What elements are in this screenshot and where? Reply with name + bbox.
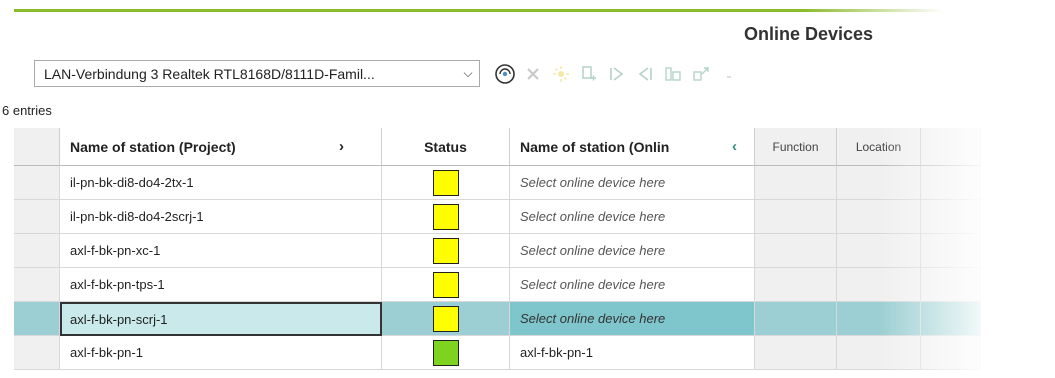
row-header[interactable] [14, 200, 60, 234]
export-icon[interactable] [690, 63, 712, 85]
name-online-cell[interactable]: axl-f-bk-pn-1 [510, 336, 755, 370]
status-indicator [432, 305, 459, 332]
name-online-cell[interactable]: Select online device here [510, 200, 755, 234]
toolbar [494, 60, 746, 87]
entries-count: 6 entries [2, 103, 52, 118]
extra-cell [921, 200, 981, 234]
row-header[interactable] [14, 268, 60, 302]
col-extra [921, 128, 981, 166]
status-indicator [432, 169, 459, 196]
status-cell [382, 302, 510, 336]
delete-icon[interactable] [522, 63, 544, 85]
assign-icon[interactable] [578, 63, 600, 85]
chevron-right-icon[interactable]: › [339, 138, 344, 155]
col-function[interactable]: Function [755, 128, 837, 166]
col-name-project-label: Name of station (Project) [70, 138, 236, 155]
status-cell [382, 200, 510, 234]
extra-cell [921, 302, 981, 336]
dropdown-arrow-icon[interactable] [718, 63, 740, 85]
extra-cell [921, 336, 981, 370]
name-project-cell[interactable]: il-pn-bk-di8-do4-2scrj-1 [60, 200, 382, 234]
name-project-cell[interactable]: axl-f-bk-pn-scrj-1 [60, 302, 382, 336]
row-header[interactable] [14, 166, 60, 200]
name-project-cell[interactable]: axl-f-bk-pn-tps-1 [60, 268, 382, 302]
extra-cell [921, 268, 981, 302]
row-header[interactable] [14, 234, 60, 268]
status-indicator [432, 271, 459, 298]
col-name-project[interactable]: Name of station (Project) [60, 128, 382, 166]
function-cell[interactable] [755, 268, 837, 302]
col-function-label: Function [772, 139, 819, 154]
status-indicator [432, 203, 459, 230]
back-icon[interactable] [634, 63, 656, 85]
network-adapter-value: LAN-Verbindung 3 Realtek RTL8168D/8111D-… [44, 65, 375, 82]
name-online-cell[interactable]: Select online device here [510, 268, 755, 302]
col-name-online-label: Name of station (Onlin [520, 138, 670, 155]
location-cell[interactable] [837, 166, 921, 200]
function-cell[interactable] [755, 200, 837, 234]
row-header[interactable] [14, 336, 60, 370]
status-cell [382, 234, 510, 268]
status-cell [382, 268, 510, 302]
columns-icon[interactable] [662, 63, 684, 85]
extra-cell [921, 234, 981, 268]
name-project-cell[interactable]: axl-f-bk-pn-xc-1 [60, 234, 382, 268]
function-cell[interactable] [755, 234, 837, 268]
top-accent-line [14, 9, 944, 12]
status-indicator [432, 237, 459, 264]
chevron-down-icon[interactable]: ⌵ [457, 66, 479, 81]
forward-icon[interactable] [606, 63, 628, 85]
row-header-corner [14, 128, 60, 166]
status-cell [382, 336, 510, 370]
status-cell [382, 166, 510, 200]
scan-network-icon[interactable] [494, 63, 516, 85]
col-name-online[interactable]: Name of station (Onlin [510, 128, 755, 166]
function-cell[interactable] [755, 336, 837, 370]
name-online-cell[interactable]: Select online device here [510, 166, 755, 200]
extra-cell [921, 166, 981, 200]
location-cell[interactable] [837, 200, 921, 234]
chevron-left-icon[interactable]: ‹ [732, 138, 737, 155]
flash-icon[interactable] [550, 63, 572, 85]
col-status-label: Status [424, 138, 467, 155]
location-cell[interactable] [837, 336, 921, 370]
function-cell[interactable] [755, 166, 837, 200]
location-cell[interactable] [837, 302, 921, 336]
status-indicator [432, 339, 459, 366]
page-title: Online Devices [744, 24, 874, 44]
col-location-label: Location [855, 139, 902, 154]
network-adapter-select[interactable]: LAN-Verbindung 3 Realtek RTL8168D/8111D-… [34, 60, 480, 87]
row-header[interactable] [14, 302, 60, 336]
col-location[interactable]: Location [837, 128, 921, 166]
function-cell[interactable] [755, 302, 837, 336]
name-online-cell[interactable]: Select online device here [510, 234, 755, 268]
col-status[interactable]: Status [382, 128, 510, 166]
name-project-cell[interactable]: il-pn-bk-di8-do4-2tx-1 [60, 166, 382, 200]
name-project-cell[interactable]: axl-f-bk-pn-1 [60, 336, 382, 370]
location-cell[interactable] [837, 234, 921, 268]
name-online-cell[interactable]: Select online device here [510, 302, 755, 336]
location-cell[interactable] [837, 268, 921, 302]
